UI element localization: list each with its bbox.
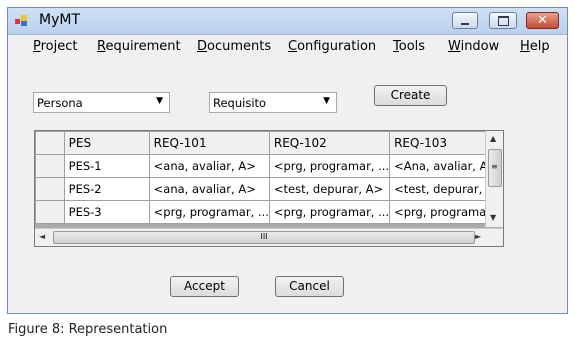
requisito-select-value: Requisito — [213, 96, 267, 110]
table-row: PES-1 <ana, avaliar, A> <prg, programar,… — [35, 154, 503, 178]
row-header[interactable] — [35, 177, 65, 201]
vertical-scrollbar[interactable]: ▲ ≡ ▼ — [485, 131, 503, 227]
grid-table: PES REQ-101 REQ-102 REQ-103 PES-1 <ana, … — [35, 131, 503, 224]
table-cell[interactable]: <ana, avaliar, A> — [148, 177, 270, 201]
chevron-down-icon: ▼ — [156, 96, 163, 106]
table-cell[interactable]: PES-1 — [63, 154, 150, 178]
grid-header-row: PES REQ-101 REQ-102 REQ-103 — [35, 131, 503, 155]
table-cell[interactable]: <test, depurar, A> — [268, 177, 391, 201]
horizontal-scroll-thumb[interactable]: III — [53, 231, 475, 244]
table-cell[interactable]: <prg, programar, ... — [268, 200, 391, 224]
menu-requirement[interactable]: Requirement — [97, 39, 181, 54]
title-bar: MyMT ✕ — [8, 8, 567, 35]
persona-select[interactable]: Persona ▼ — [33, 92, 170, 113]
menu-tools[interactable]: Tools — [393, 39, 425, 54]
table-cell[interactable]: PES-2 — [63, 177, 150, 201]
row-header[interactable] — [35, 200, 65, 224]
chevron-down-icon: ▼ — [323, 96, 330, 106]
minimize-icon — [461, 22, 469, 25]
scroll-right-icon[interactable]: ► — [475, 232, 481, 241]
menu-configuration[interactable]: Configuration — [288, 39, 376, 54]
table-row: PES-3 <prg, programar, ... <prg, program… — [35, 200, 503, 224]
close-icon: ✕ — [537, 13, 548, 28]
table-row: PES-2 <ana, avaliar, A> <test, depurar, … — [35, 177, 503, 201]
column-header[interactable]: REQ-102 — [268, 131, 391, 155]
column-header[interactable]: PES — [63, 131, 150, 155]
menu-help[interactable]: Help — [520, 39, 550, 54]
accept-button[interactable]: Accept — [170, 276, 239, 297]
requisito-select[interactable]: Requisito ▼ — [209, 92, 337, 113]
menu-bar: Project Requirement Documents Configurat… — [8, 36, 567, 58]
scroll-up-icon[interactable]: ▲ — [490, 134, 496, 143]
grip-icon: ≡ — [491, 162, 498, 171]
table-cell[interactable]: <prg, programar, ... — [268, 154, 391, 178]
persona-select-value: Persona — [37, 96, 83, 110]
vertical-scroll-thumb[interactable]: ≡ — [488, 149, 502, 187]
table-cell[interactable]: <prg, programar, ... — [148, 200, 270, 224]
minimize-button[interactable] — [452, 12, 478, 29]
figure-caption: Figure 8: Representation — [8, 322, 168, 337]
scroll-left-icon[interactable]: ◄ — [39, 232, 45, 241]
table-cell[interactable]: <ana, avaliar, A> — [148, 154, 270, 178]
menu-project[interactable]: Project — [33, 39, 78, 54]
create-button[interactable]: Create — [374, 85, 447, 106]
app-icon — [15, 15, 29, 27]
grip-icon: III — [260, 232, 268, 241]
scroll-down-icon[interactable]: ▼ — [490, 213, 496, 222]
row-header[interactable] — [35, 154, 65, 178]
table-cell[interactable]: PES-3 — [63, 200, 150, 224]
column-header[interactable]: REQ-101 — [148, 131, 270, 155]
maximize-icon — [497, 15, 509, 26]
data-grid: PES REQ-101 REQ-102 REQ-103 PES-1 <ana, … — [34, 130, 504, 247]
app-window: MyMT ✕ Project Requirement Documents Con… — [7, 7, 568, 314]
cancel-button[interactable]: Cancel — [275, 276, 344, 297]
maximize-button[interactable] — [489, 12, 517, 29]
menu-window[interactable]: Window — [448, 39, 499, 54]
menu-documents[interactable]: Documents — [197, 39, 271, 54]
horizontal-scrollbar[interactable]: ◄ III ► — [35, 228, 503, 246]
close-button[interactable]: ✕ — [526, 12, 559, 29]
grid-corner — [35, 131, 65, 155]
window-title: MyMT — [39, 12, 80, 28]
